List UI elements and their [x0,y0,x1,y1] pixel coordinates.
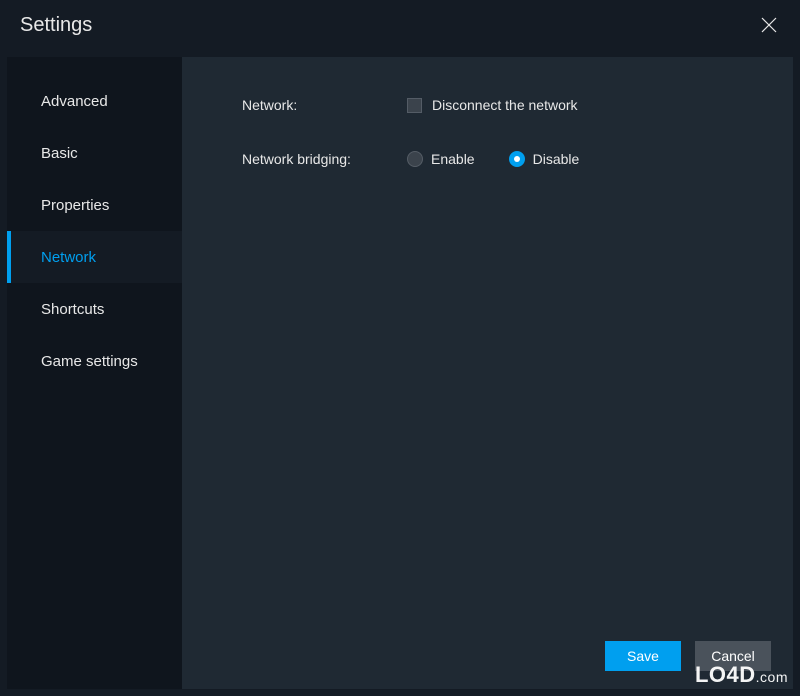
cancel-button-label: Cancel [711,648,755,664]
sidebar-item-network[interactable]: Network [7,231,182,283]
disconnect-checkbox-label: Disconnect the network [432,97,578,113]
body: Advanced Basic Properties Network Shortc… [0,50,800,696]
sidebar-item-shortcuts[interactable]: Shortcuts [7,283,182,335]
disconnect-checkbox-group[interactable]: Disconnect the network [407,97,578,113]
radio-disable[interactable] [509,151,525,167]
footer-buttons: Save Cancel [605,641,771,671]
bridging-row: Network bridging: Enable Disable [242,151,793,167]
sidebar-item-game-settings[interactable]: Game settings [7,335,182,387]
sidebar-item-basic[interactable]: Basic [7,127,182,179]
sidebar-item-label: Properties [41,197,109,214]
disconnect-checkbox[interactable] [407,98,422,113]
titlebar: Settings [0,0,800,50]
radio-enable-label: Enable [431,151,475,167]
radio-disable-label: Disable [533,151,580,167]
close-icon[interactable] [758,14,780,36]
sidebar-item-properties[interactable]: Properties [7,179,182,231]
content-panel: Network: Disconnect the network Network … [182,57,793,689]
sidebar-item-advanced[interactable]: Advanced [7,75,182,127]
save-button-label: Save [627,648,659,664]
bridging-radio-group: Enable Disable [407,151,579,167]
window-title: Settings [20,14,92,37]
bridging-label: Network bridging: [242,151,407,167]
radio-option-enable[interactable]: Enable [407,151,475,167]
network-label: Network: [242,97,407,113]
sidebar: Advanced Basic Properties Network Shortc… [7,57,182,689]
sidebar-item-label: Basic [41,145,78,162]
sidebar-item-label: Network [41,249,96,266]
sidebar-item-label: Shortcuts [41,301,104,318]
network-row: Network: Disconnect the network [242,97,793,113]
save-button[interactable]: Save [605,641,681,671]
cancel-button[interactable]: Cancel [695,641,771,671]
radio-enable[interactable] [407,151,423,167]
radio-option-disable[interactable]: Disable [509,151,580,167]
sidebar-item-label: Game settings [41,353,138,370]
sidebar-item-label: Advanced [41,93,108,110]
